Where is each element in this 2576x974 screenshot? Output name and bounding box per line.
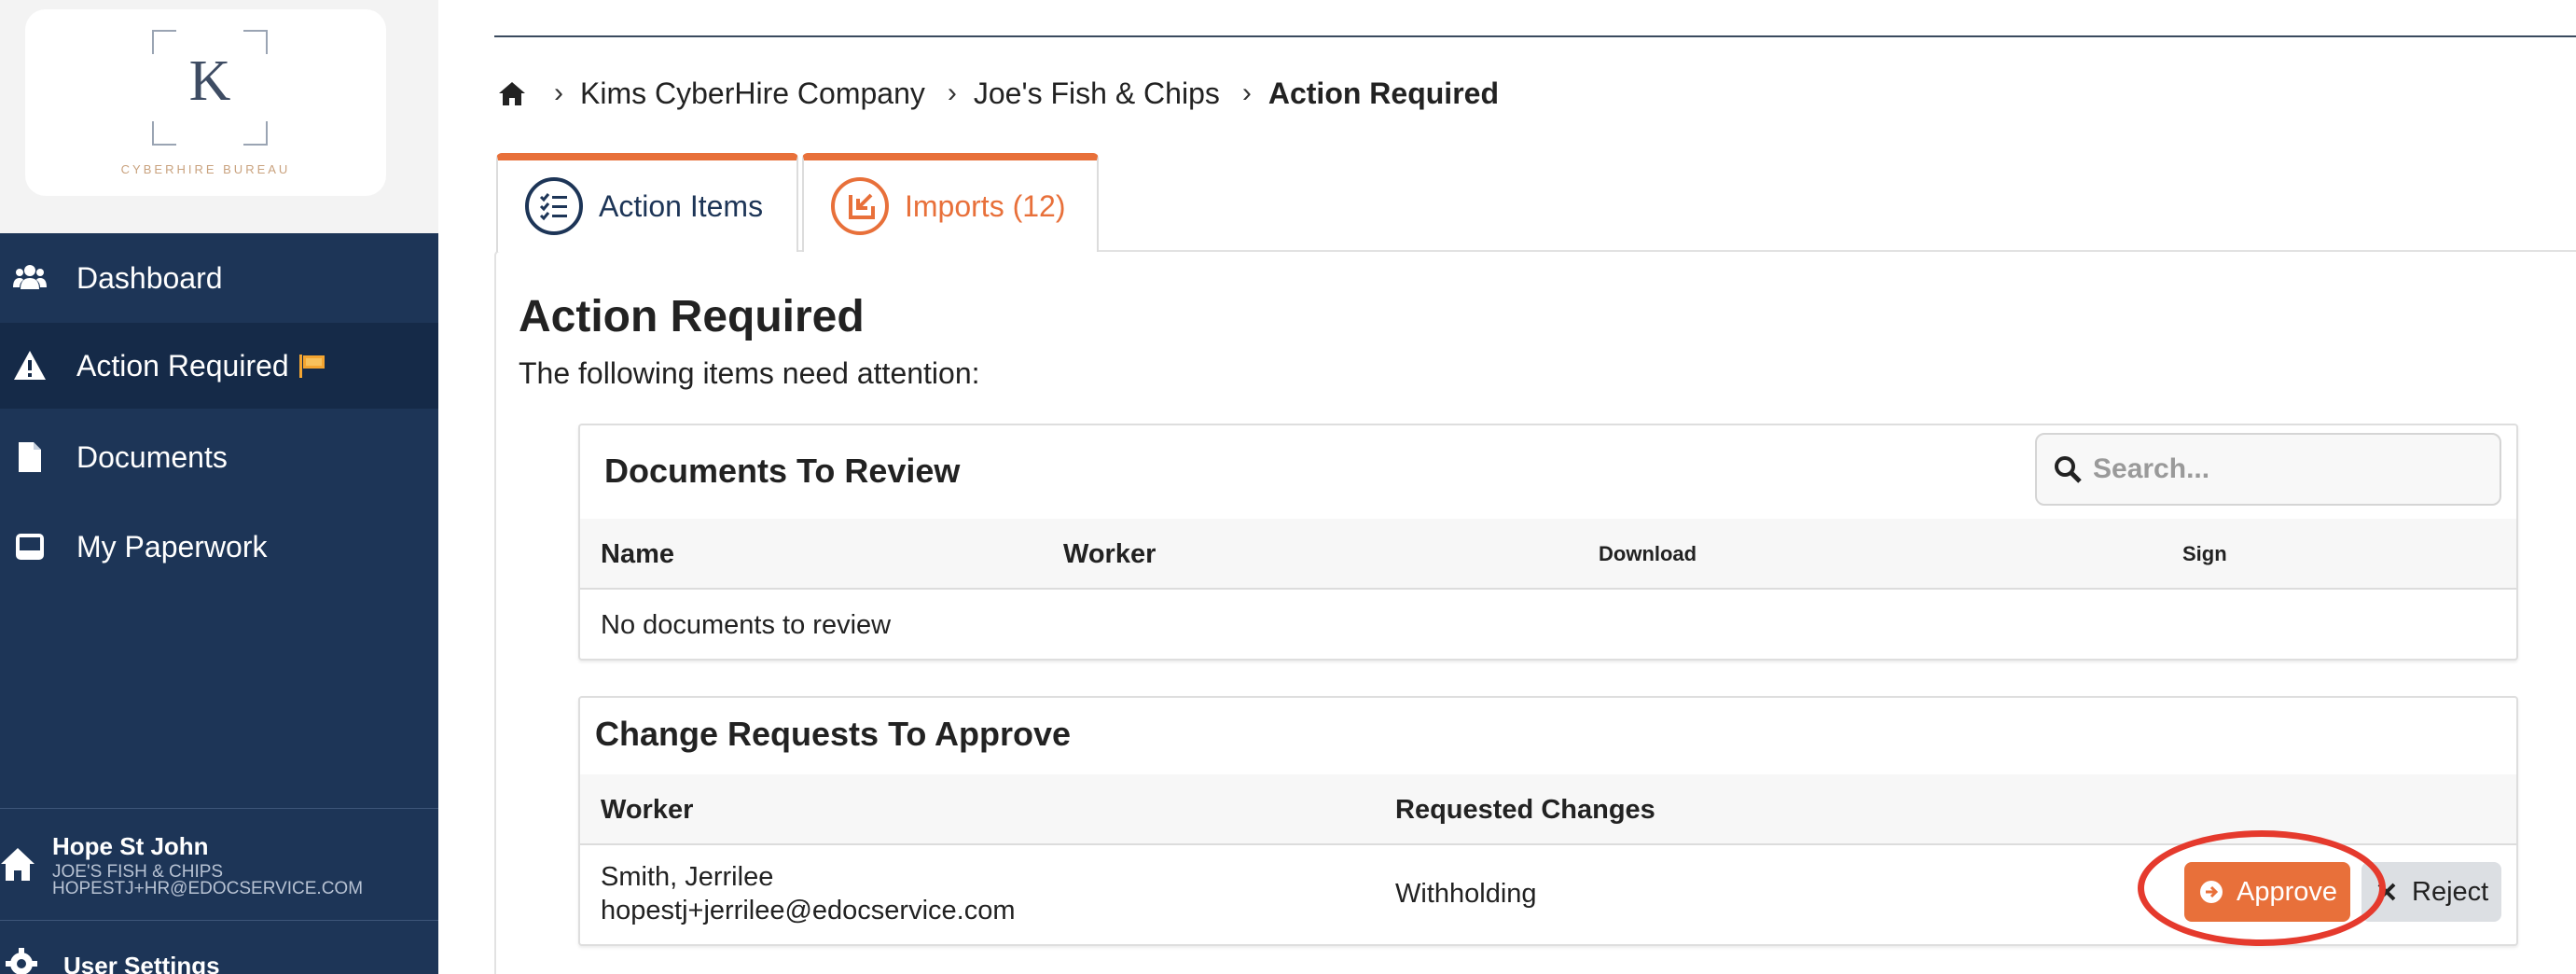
- users-icon: [13, 265, 47, 289]
- sidebar: K CYBERHIRE BUREAU Dashboard Action Requ…: [0, 0, 438, 974]
- requested-changes: Withholding: [1395, 879, 1537, 909]
- column-header-name[interactable]: Name: [601, 519, 674, 590]
- sidebar-item-label: Action Required: [76, 348, 289, 383]
- search-icon: [2055, 456, 2082, 483]
- chevron-right-icon: ›: [554, 77, 563, 108]
- checklist-icon: [525, 177, 583, 235]
- home-icon[interactable]: [498, 79, 526, 107]
- user-name: Hope St John: [52, 832, 209, 860]
- reject-button[interactable]: Reject: [2361, 862, 2501, 922]
- tab-label: Imports (12): [905, 188, 1066, 223]
- gear-icon: [6, 948, 37, 974]
- breadcrumb-item-client[interactable]: Joe's Fish & Chips: [974, 77, 1220, 111]
- document-icon: [19, 442, 41, 472]
- card-title: Change Requests To Approve: [595, 715, 1072, 753]
- sidebar-divider: [0, 808, 438, 809]
- table-header: Name Worker Download Sign: [580, 519, 2516, 590]
- reject-label: Reject: [2412, 876, 2489, 907]
- search-box[interactable]: [2035, 433, 2501, 506]
- close-icon: [2377, 883, 2396, 901]
- sidebar-logo-area: K CYBERHIRE BUREAU: [0, 0, 438, 233]
- breadcrumb-current: Action Required: [1267, 76, 1499, 110]
- column-header-worker[interactable]: Worker: [601, 774, 693, 845]
- sidebar-item-label: Dashboard: [76, 260, 223, 295]
- change-requests-card: Change Requests To Approve Worker Reques…: [578, 696, 2518, 946]
- page-subtitle: The following items need attention:: [519, 356, 980, 390]
- sidebar-item-documents[interactable]: Documents: [0, 414, 438, 500]
- breadcrumb-item-company[interactable]: Kims CyberHire Company: [580, 77, 925, 111]
- inbox-icon: [16, 534, 44, 560]
- sidebar-item-dashboard[interactable]: Dashboard: [0, 235, 438, 321]
- column-header-requested-changes[interactable]: Requested Changes: [1395, 774, 1655, 845]
- logo-letter: K: [188, 49, 231, 113]
- column-header-worker[interactable]: Worker: [1063, 519, 1156, 590]
- table-header: Worker Requested Changes: [580, 774, 2516, 845]
- user-settings-link[interactable]: User Settings: [0, 933, 438, 974]
- column-header-download: Download: [1599, 542, 1697, 565]
- logo-mark: K: [152, 30, 268, 146]
- tab-imports[interactable]: Imports (12): [802, 153, 1099, 252]
- company-logo[interactable]: K CYBERHIRE BUREAU: [25, 9, 386, 196]
- chevron-right-icon: ›: [1241, 77, 1252, 108]
- user-email: HOPESTJ+HR@EDOCSERVICE.COM: [52, 879, 364, 898]
- import-icon: [831, 177, 889, 235]
- user-settings-label: User Settings: [63, 952, 220, 974]
- worker-email: hopestj+jerrilee@edocservice.com: [601, 896, 1016, 925]
- search-input[interactable]: [2093, 453, 2485, 485]
- approve-button[interactable]: Approve: [2184, 862, 2350, 922]
- warning-icon: [14, 351, 46, 380]
- page-title: Action Required: [519, 292, 865, 341]
- card-title: Documents To Review: [604, 452, 961, 490]
- sidebar-item-label: My Paperwork: [76, 529, 268, 564]
- sidebar-item-action-required[interactable]: Action Required: [0, 323, 438, 409]
- breadcrumb: › Kims CyberHire Company › Joe's Fish & …: [498, 71, 1499, 116]
- sidebar-item-my-paperwork[interactable]: My Paperwork: [0, 504, 438, 590]
- home-icon: [1, 848, 35, 881]
- header-rule: [494, 35, 2576, 37]
- worker-name: Smith, Jerrilee: [601, 862, 774, 892]
- approve-label: Approve: [2237, 876, 2338, 907]
- sidebar-divider: [0, 920, 438, 921]
- chevron-right-icon: ›: [947, 77, 957, 108]
- tab-action-items[interactable]: Action Items: [496, 153, 798, 252]
- arrow-circle-right-icon: [2200, 881, 2223, 903]
- column-header-sign: Sign: [2182, 542, 2227, 565]
- current-user[interactable]: Hope St John JOE'S FISH & CHIPS HOPESTJ+…: [0, 812, 438, 920]
- tab-label: Action Items: [599, 188, 764, 223]
- documents-to-review-card: Documents To Review Name Worker Download…: [578, 424, 2518, 661]
- empty-message: No documents to review: [601, 610, 892, 640]
- logo-text: CYBERHIRE BUREAU: [120, 162, 291, 176]
- flag-icon: [298, 355, 325, 378]
- sidebar-item-label: Documents: [76, 439, 228, 474]
